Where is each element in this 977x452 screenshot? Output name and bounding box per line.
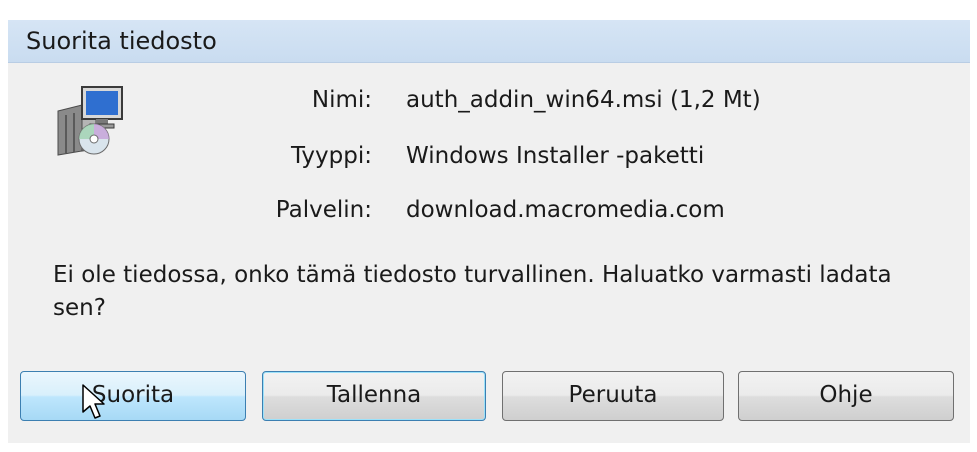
file-type-row: Tyyppi: Windows Installer -paketti [8,143,970,179]
title-bar[interactable]: Suorita tiedosto [8,20,970,63]
file-name-value: auth_addin_win64.msi (1,2 Mt) [406,87,761,113]
security-warning-text: Ei ole tiedossa, onko tämä tiedosto turv… [53,262,892,321]
file-type-label: Tyyppi: [290,143,372,169]
server-value: download.macromedia.com [406,197,725,223]
run-button[interactable]: Suorita [20,371,246,421]
file-type-value: Windows Installer -paketti [406,143,705,169]
run-file-dialog: Suorita tiedosto Nimi: auth_addin_win64.… [0,0,977,452]
mouse-pointer-icon [82,384,106,420]
server-label: Palvelin: [275,197,372,223]
server-row: Palvelin: download.macromedia.com [8,197,970,233]
cancel-button[interactable]: Peruuta [502,371,724,421]
file-name-label: Nimi: [311,87,372,113]
dialog-content: Nimi: auth_addin_win64.msi (1,2 Mt) Tyyp… [8,63,970,443]
window-title: Suorita tiedosto [26,27,217,55]
file-name-row: Nimi: auth_addin_win64.msi (1,2 Mt) [8,87,970,123]
help-button[interactable]: Ohje [738,371,954,421]
save-button[interactable]: Tallenna [262,371,486,421]
